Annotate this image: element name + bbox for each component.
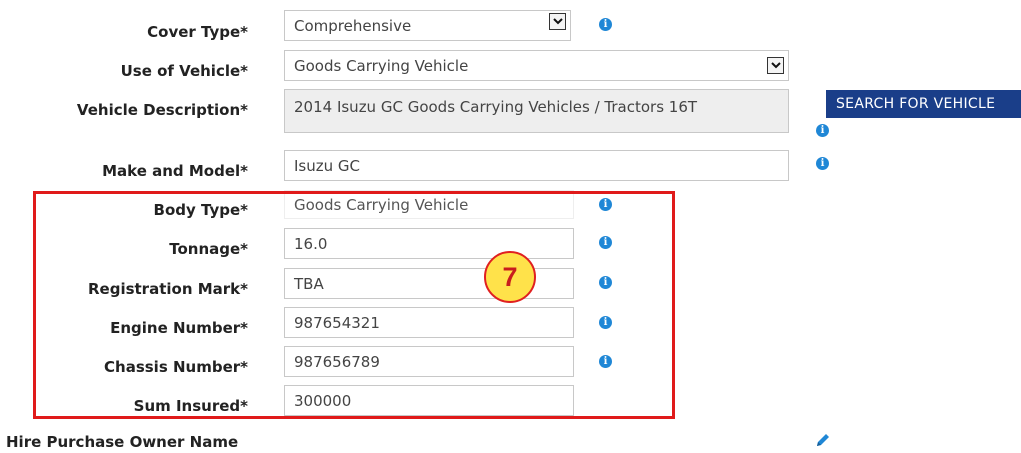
use-of-vehicle-select[interactable]: Goods Carrying Vehicle [284,50,789,81]
use-of-vehicle-value: Goods Carrying Vehicle [294,56,469,75]
info-icon[interactable]: i [816,157,829,170]
make-and-model-input[interactable]: Isuzu GC [284,150,789,181]
cover-type-value: Comprehensive [294,16,412,35]
chevron-down-icon[interactable] [767,57,784,74]
vehicle-description-label: Vehicle Description* [76,101,248,119]
make-and-model-label: Make and Model* [102,162,248,180]
cover-type-select[interactable]: Comprehensive [284,10,571,41]
make-and-model-value: Isuzu GC [294,156,360,175]
info-icon[interactable]: i [599,18,612,31]
highlight-box [33,191,675,419]
step-badge: 7 [484,251,536,303]
chevron-down-icon[interactable] [549,13,566,30]
pencil-icon[interactable] [815,432,831,452]
cover-type-label: Cover Type* [147,23,248,41]
vehicle-description-field: 2014 Isuzu GC Goods Carrying Vehicles / … [284,89,789,133]
vehicle-description-value: 2014 Isuzu GC Goods Carrying Vehicles / … [294,98,698,116]
use-of-vehicle-label: Use of Vehicle* [120,62,248,80]
info-icon[interactable]: i [816,124,829,137]
hire-purchase-owner-label: Hire Purchase Owner Name [6,433,239,451]
search-for-vehicle-button[interactable]: SEARCH FOR VEHICLE [826,90,1021,118]
